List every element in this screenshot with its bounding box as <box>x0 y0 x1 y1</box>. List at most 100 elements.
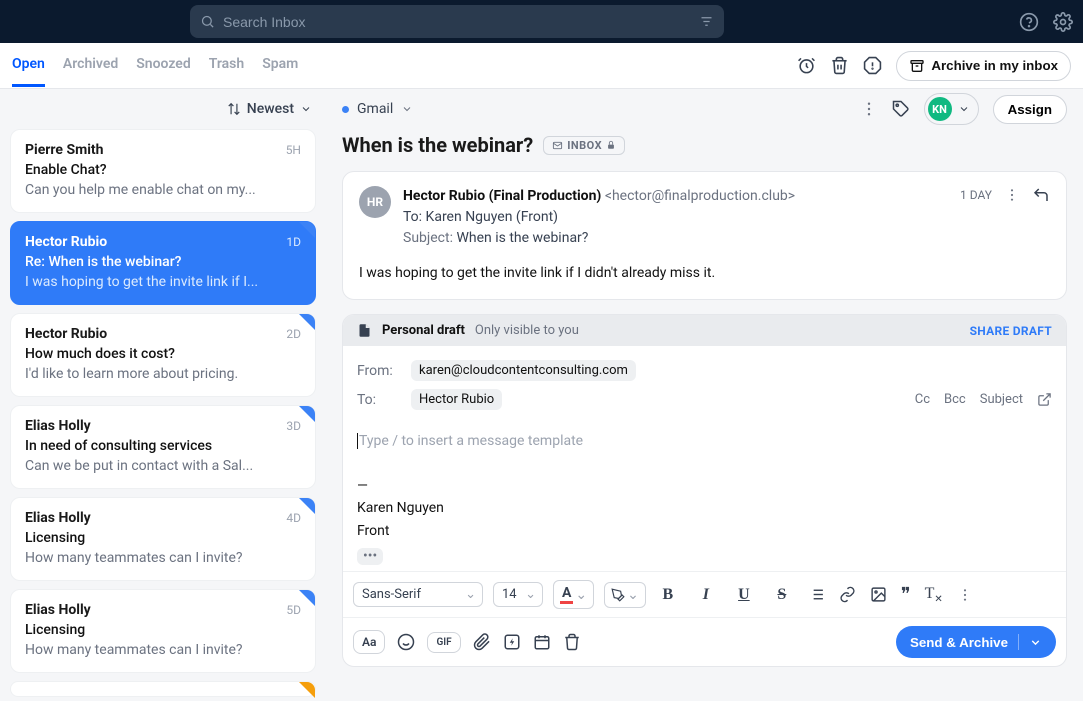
tab-open[interactable]: Open <box>12 44 45 87</box>
sender-email: <hector@finalproduction.club> <box>605 188 795 204</box>
subject-button[interactable]: Subject <box>980 392 1023 407</box>
assign-button[interactable]: Assign <box>993 95 1067 124</box>
strikethrough-icon[interactable]: S <box>770 586 794 604</box>
to-value: Karen Nguyen (Front) <box>426 209 559 225</box>
conversation-item[interactable]: Hector Rubio1D Re: When is the webinar? … <box>10 221 316 305</box>
conv-subject: How much does it cost? <box>25 346 301 362</box>
sort-label: Newest <box>247 101 294 117</box>
signature-name: Karen Nguyen <box>357 497 1052 519</box>
trash-icon[interactable] <box>830 56 849 75</box>
signature-divider: — <box>357 475 1052 497</box>
inbox-badge-label: INBOX <box>567 139 602 152</box>
format-toolbar: Sans-Serif⌄ 14⌄ A⌄ ⌄ B I U S ❞ T✕ <box>343 571 1066 617</box>
more-icon[interactable] <box>1004 187 1020 203</box>
conversation-item[interactable]: Pierre Smith5H Enable Chat? Can you help… <box>10 129 316 213</box>
filter-icon[interactable] <box>699 14 714 29</box>
conv-time: 5H <box>286 143 301 157</box>
reply-icon[interactable] <box>1032 186 1050 204</box>
help-icon[interactable] <box>1019 12 1039 32</box>
quick-action-icon[interactable] <box>503 633 521 651</box>
sort-icon <box>227 102 241 116</box>
link-icon[interactable] <box>839 586 856 603</box>
bcc-button[interactable]: Bcc <box>944 392 966 407</box>
sort-control[interactable]: Newest <box>0 89 326 129</box>
underline-icon[interactable]: U <box>732 586 756 604</box>
archive-icon <box>909 58 925 74</box>
snooze-icon[interactable] <box>797 56 816 75</box>
quote-icon[interactable]: ❞ <box>901 584 911 605</box>
send-button[interactable]: Send & Archive <box>896 626 1056 658</box>
emoji-icon[interactable] <box>397 633 415 651</box>
italic-icon[interactable]: I <box>694 586 718 604</box>
search-input[interactable] <box>223 14 699 30</box>
sender-name: Hector Rubio (Final Production) <box>403 188 601 204</box>
text-format-button[interactable]: Aa <box>353 630 385 654</box>
attachment-icon[interactable] <box>473 633 491 651</box>
cc-button[interactable]: Cc <box>915 392 930 407</box>
search-icon <box>200 14 215 29</box>
tag-icon[interactable] <box>892 100 910 118</box>
to-label: To: <box>403 209 422 225</box>
font-family-select[interactable]: Sans-Serif⌄ <box>353 582 483 607</box>
expand-quoted-icon[interactable]: ••• <box>357 548 383 565</box>
conv-subject: Licensing <box>25 622 301 638</box>
to-chip[interactable]: Hector Rubio <box>411 389 502 410</box>
settings-icon[interactable] <box>1053 12 1073 32</box>
draft-visibility: Only visible to you <box>475 323 579 338</box>
to-label: To: <box>357 392 401 408</box>
spam-icon[interactable] <box>863 56 882 75</box>
avatar: HR <box>359 186 391 218</box>
conv-subject: Licensing <box>25 530 301 546</box>
share-draft-button[interactable]: SHARE DRAFT <box>970 324 1052 338</box>
image-icon[interactable] <box>870 586 887 603</box>
trash-icon[interactable] <box>563 633 581 651</box>
more-icon[interactable] <box>957 587 973 603</box>
gif-button[interactable]: GIF <box>427 632 460 653</box>
archive-button[interactable]: Archive in my inbox <box>896 51 1071 81</box>
chevron-down-icon <box>300 103 312 115</box>
conversation-item[interactable]: Elias Holly5D Licensing How many teammat… <box>10 589 316 673</box>
conv-sender: Elias Holly <box>25 510 91 526</box>
compose-body[interactable]: Type / to insert a message template — Ka… <box>343 420 1066 571</box>
message-card: HR Hector Rubio (Final Production) <hect… <box>342 171 1067 300</box>
bold-icon[interactable]: B <box>656 586 680 604</box>
conv-sender: Elias Holly <box>25 602 91 618</box>
list-icon[interactable] <box>808 586 825 603</box>
message-age: 1 DAY <box>960 188 992 202</box>
clear-format-icon[interactable]: T✕ <box>925 585 943 605</box>
conv-preview: Can you help me enable chat on my... <box>25 182 301 198</box>
channel-dot <box>342 106 349 113</box>
tab-snoozed[interactable]: Snoozed <box>136 44 191 87</box>
conversation-item[interactable]: Elias Holly4D Licensing How many teammat… <box>10 497 316 581</box>
conversation-item[interactable]: Hector Rubio2D How much does it cost? I'… <box>10 313 316 397</box>
chevron-down-icon <box>958 103 970 115</box>
font-size-select[interactable]: 14⌄ <box>493 582 543 607</box>
compose-placeholder: Type / to insert a message template <box>359 433 583 449</box>
conv-subject: Enable Chat? <box>25 162 301 178</box>
text-color-select[interactable]: A⌄ <box>553 580 594 609</box>
topbar <box>0 0 1083 43</box>
tab-spam[interactable]: Spam <box>262 44 298 87</box>
popout-icon[interactable] <box>1037 392 1052 407</box>
archive-button-label: Archive in my inbox <box>931 58 1058 73</box>
conv-preview: How many teammates can I invite? <box>25 550 301 566</box>
lock-icon <box>606 140 616 150</box>
calendar-icon[interactable] <box>533 633 551 651</box>
inbox-badge[interactable]: INBOX <box>543 136 625 155</box>
conversation-item[interactable]: Elias Holly3D In need of consulting serv… <box>10 405 316 489</box>
highlight-color-select[interactable]: ⌄ <box>604 582 646 608</box>
thread-subject: When is the webinar? <box>342 133 533 157</box>
channel-label[interactable]: Gmail <box>357 101 393 117</box>
assignee-picker[interactable]: KN <box>924 93 979 125</box>
conv-sender: Hector Rubio <box>25 234 107 250</box>
conv-preview: How many teammates can I invite? <box>25 642 301 658</box>
search-container[interactable] <box>190 5 724 38</box>
conv-preview: I'd like to learn more about pricing. <box>25 366 301 382</box>
more-icon[interactable] <box>860 100 878 118</box>
chevron-down-icon[interactable] <box>401 103 413 115</box>
tab-trash[interactable]: Trash <box>209 44 244 87</box>
from-chip[interactable]: karen@cloudcontentconsulting.com <box>411 360 636 381</box>
conversation-item[interactable] <box>10 681 316 697</box>
from-label: From: <box>357 363 401 379</box>
tab-archived[interactable]: Archived <box>63 44 118 87</box>
